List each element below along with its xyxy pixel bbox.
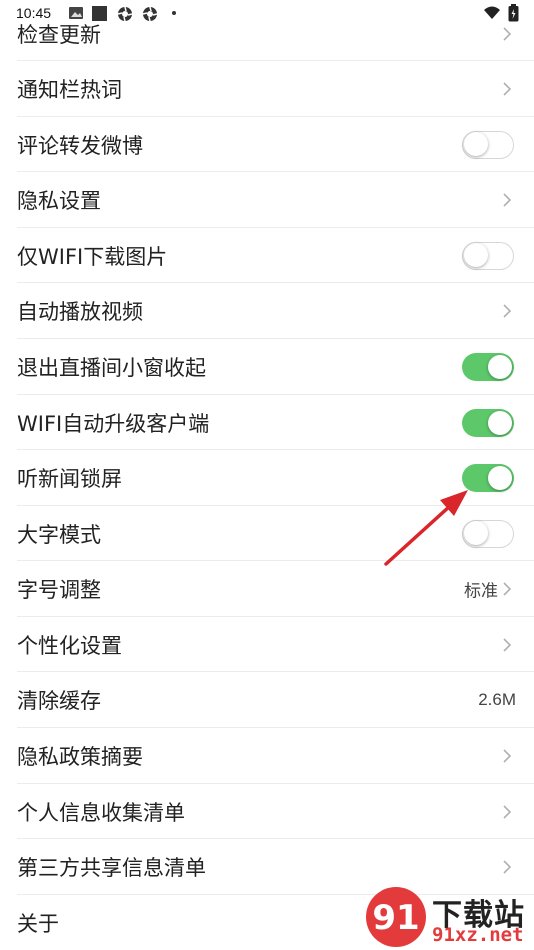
chevron-right-icon bbox=[500, 579, 514, 599]
chevron-right-icon bbox=[500, 802, 514, 822]
chevron-right-icon bbox=[500, 79, 514, 99]
settings-row-label: 评论转发微博 bbox=[17, 133, 143, 158]
toggle-switch[interactable] bbox=[462, 408, 514, 437]
chevron-right-icon bbox=[500, 301, 514, 321]
chevron-right-icon bbox=[500, 746, 514, 766]
settings-row-label: 隐私政策摘要 bbox=[17, 745, 143, 769]
annotation-arrow bbox=[384, 490, 468, 566]
settings-row-label: 字号调整 bbox=[17, 578, 101, 602]
toggle-knob bbox=[464, 132, 488, 156]
toggle-switch[interactable] bbox=[462, 353, 514, 381]
settings-row-label: 个性化设置 bbox=[17, 633, 122, 658]
settings-row-label: 听新闻锁屏 bbox=[17, 467, 122, 491]
settings-row[interactable]: 隐私设置 bbox=[0, 172, 534, 228]
toggle-switch[interactable] bbox=[462, 130, 514, 159]
settings-row[interactable]: 个性化设置 bbox=[0, 617, 534, 672]
chevron-right-icon bbox=[500, 24, 514, 44]
settings-row: 退出直播间小窗收起 bbox=[0, 339, 534, 395]
settings-row[interactable]: 清除缓存 2.6M bbox=[0, 672, 534, 728]
toggle-knob bbox=[488, 355, 512, 379]
settings-row: 仅WIFI下载图片 bbox=[0, 228, 534, 283]
watermark-url: 91xz.net bbox=[432, 924, 524, 946]
toggle-switch[interactable] bbox=[462, 241, 514, 270]
settings-row: WIFI自动升级客户端 bbox=[0, 395, 534, 450]
settings-row-label: 清除缓存 bbox=[17, 689, 101, 713]
settings-row-label: 大字模式 bbox=[17, 522, 101, 547]
settings-row-label: 检查更新 bbox=[17, 22, 101, 47]
toggle-knob bbox=[488, 410, 512, 435]
settings-row-value: 标准 bbox=[464, 581, 498, 601]
settings-row[interactable]: 自动播放视频 bbox=[0, 283, 534, 339]
chevron-right-icon bbox=[500, 635, 514, 655]
settings-row-label: 第三方共享信息清单 bbox=[17, 856, 206, 880]
settings-row-label: 隐私设置 bbox=[17, 189, 101, 213]
settings-row-label: 关于 bbox=[17, 911, 59, 936]
settings-row[interactable]: 隐私政策摘要 bbox=[0, 728, 534, 784]
settings-row-value: 2.6M bbox=[478, 690, 516, 709]
settings-row-label: WIFI自动升级客户端 bbox=[17, 411, 210, 436]
settings-row: 评论转发微博 bbox=[0, 117, 534, 172]
svg-text:91: 91 bbox=[372, 898, 419, 938]
settings-row[interactable]: 通知栏热词 bbox=[0, 61, 534, 117]
toggle-knob bbox=[488, 466, 512, 490]
settings-row-label: 个人信息收集清单 bbox=[17, 800, 185, 825]
settings-row-label: 仅WIFI下载图片 bbox=[17, 244, 168, 269]
settings-row[interactable]: 个人信息收集清单 bbox=[0, 784, 534, 839]
toggle-knob bbox=[464, 243, 488, 267]
settings-row[interactable]: 检查更新 bbox=[0, 6, 534, 61]
settings-row-label: 通知栏热词 bbox=[17, 78, 122, 102]
settings-row-label: 自动播放视频 bbox=[17, 300, 143, 324]
settings-row-label: 退出直播间小窗收起 bbox=[17, 356, 206, 380]
chevron-right-icon bbox=[500, 190, 514, 210]
chevron-right-icon bbox=[500, 857, 514, 877]
